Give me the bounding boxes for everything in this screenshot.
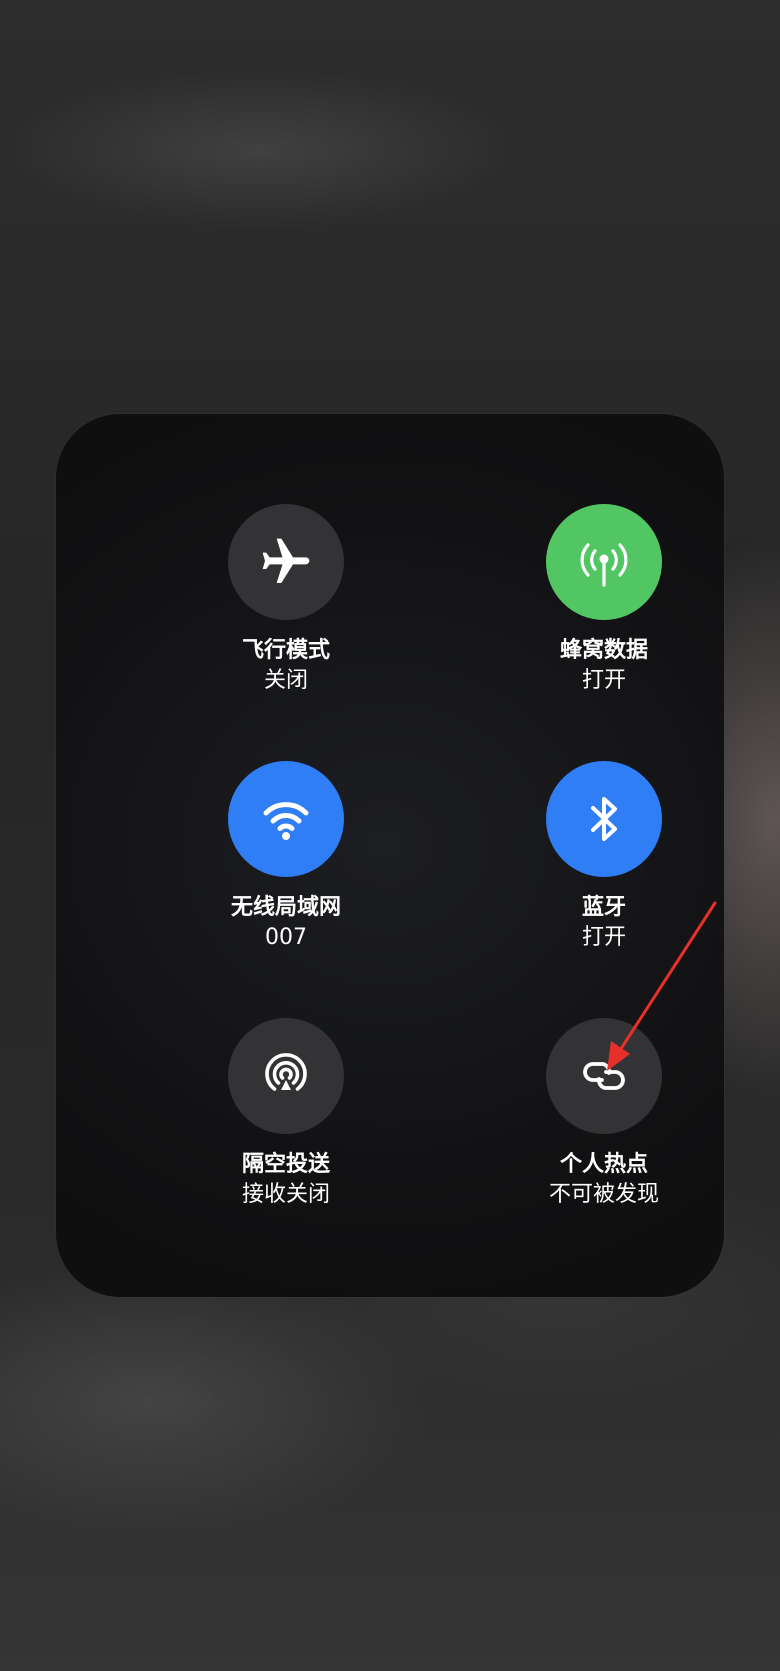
bluetooth-toggle[interactable] bbox=[546, 761, 662, 877]
airplane-mode-toggle[interactable] bbox=[228, 504, 344, 620]
airplane-mode-label: 飞行模式 bbox=[241, 638, 330, 663]
airdrop-status: 接收关闭 bbox=[241, 1182, 330, 1207]
wifi-icon bbox=[263, 802, 309, 840]
cellular-data-toggle[interactable] bbox=[546, 504, 662, 620]
bluetooth-control: 蓝牙 打开 bbox=[464, 761, 744, 953]
cellular-data-label: 蜂窝数据 bbox=[559, 638, 648, 663]
antenna-icon bbox=[580, 543, 628, 587]
wifi-control: 无线局域网 007 bbox=[146, 761, 426, 953]
airdrop-control: 隔空投送 接收关闭 bbox=[146, 1018, 426, 1210]
bluetooth-label: 蓝牙 bbox=[581, 895, 626, 920]
airplane-mode-status: 关闭 bbox=[263, 668, 308, 693]
airplane-icon bbox=[262, 538, 310, 583]
cellular-data-status: 打开 bbox=[581, 668, 626, 693]
wifi-network-name: 007 bbox=[265, 925, 307, 950]
wifi-label: 无线局域网 bbox=[230, 895, 341, 920]
wifi-toggle[interactable] bbox=[228, 761, 344, 877]
airdrop-label: 隔空投送 bbox=[241, 1152, 330, 1177]
personal-hotspot-status: 不可被发现 bbox=[548, 1182, 659, 1207]
personal-hotspot-toggle[interactable] bbox=[546, 1018, 662, 1134]
airdrop-toggle[interactable] bbox=[228, 1018, 344, 1134]
bluetooth-status: 打开 bbox=[581, 925, 626, 950]
airplane-mode-control: 飞行模式 关闭 bbox=[146, 504, 426, 696]
cellular-data-control: 蜂窝数据 打开 bbox=[464, 504, 744, 696]
airdrop-icon bbox=[265, 1053, 307, 1091]
hotspot-link-icon bbox=[583, 1062, 625, 1090]
personal-hotspot-control: 个人热点 不可被发现 bbox=[464, 1018, 744, 1210]
bluetooth-icon bbox=[591, 797, 617, 841]
personal-hotspot-label: 个人热点 bbox=[559, 1152, 648, 1177]
connectivity-panel: 飞行模式 关闭 蜂窝数据 打开 无线局域网 007 蓝牙 打开 隔空投送 接收关… bbox=[56, 414, 724, 1297]
